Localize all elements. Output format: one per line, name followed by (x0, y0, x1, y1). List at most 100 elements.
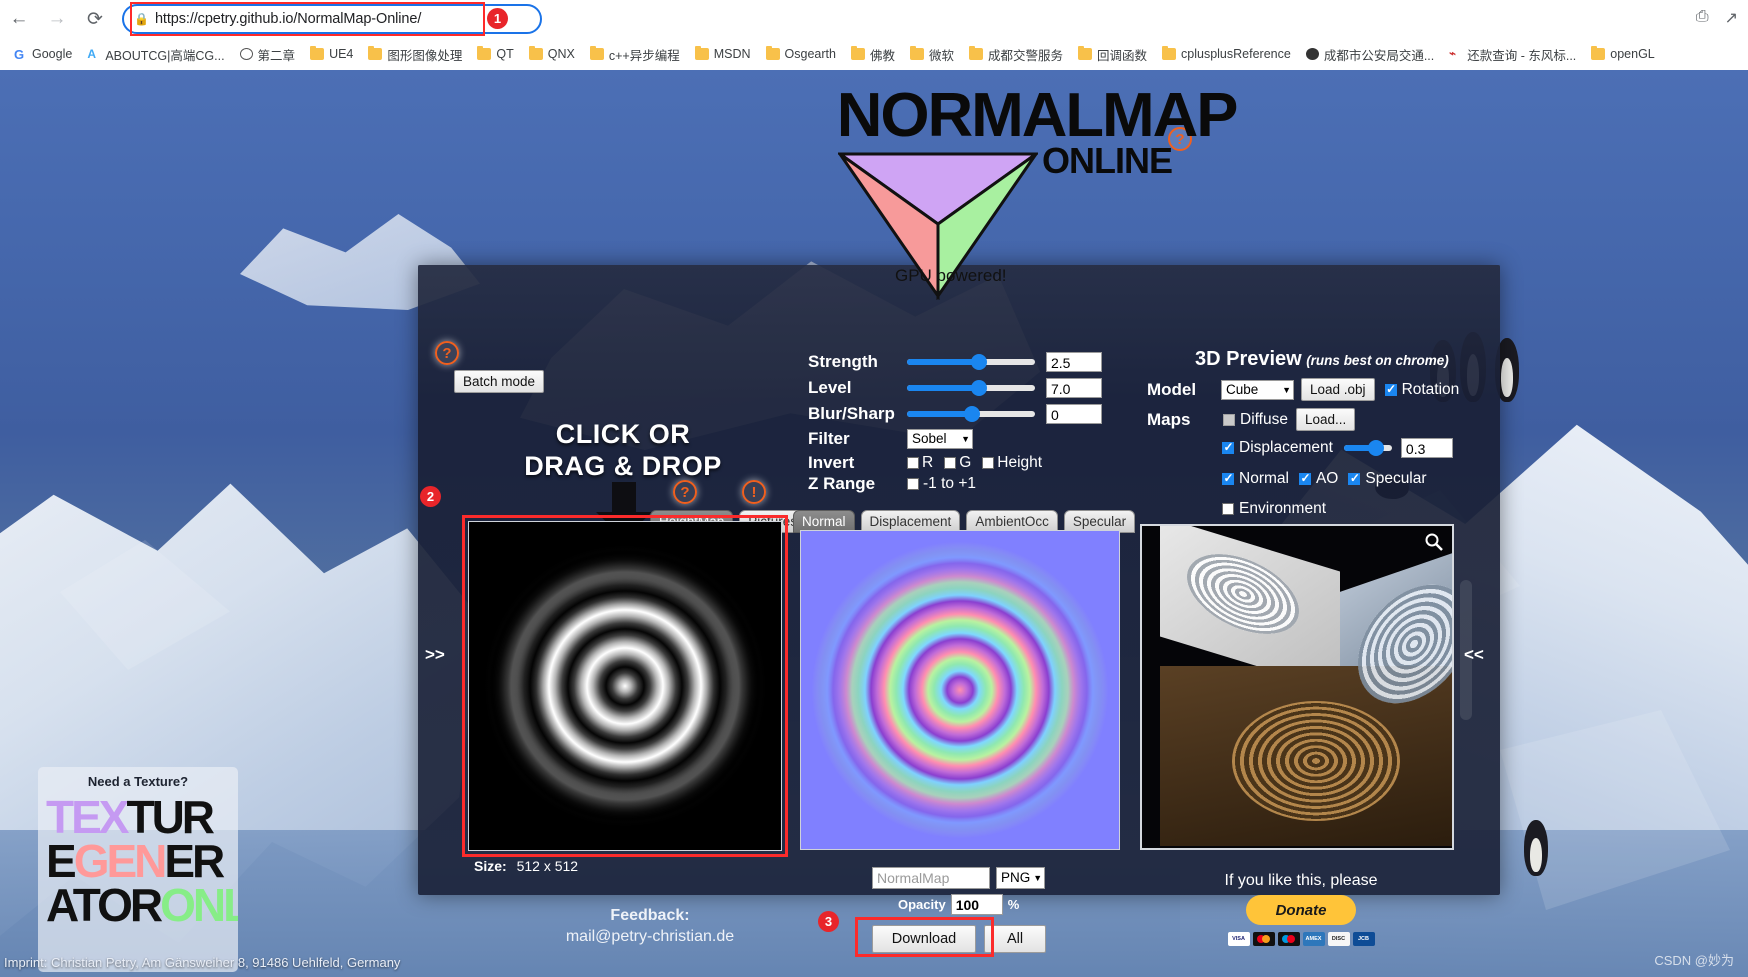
bookmark-label: openGL (1610, 47, 1655, 61)
diffuse-checkbox[interactable] (1223, 413, 1235, 426)
opacity-input[interactable]: 100 (950, 894, 1003, 915)
logo-tagline: GPU powered! (895, 266, 1007, 285)
bookmark-label: c++异步编程 (608, 48, 680, 63)
dropzone-line-2: DRAG & DROP (524, 451, 722, 481)
filter-select[interactable]: Sobel ▼ (907, 429, 973, 449)
normalmap-preview[interactable] (800, 530, 1120, 850)
blursharp-value[interactable]: 0 (1046, 404, 1102, 424)
invert-g-checkbox[interactable] (944, 457, 957, 469)
penguin (1524, 820, 1548, 876)
chevron-down-icon: ▼ (1282, 384, 1291, 395)
aboutcg-icon: A (87, 46, 96, 61)
strength-value[interactable]: 2.5 (1046, 352, 1102, 372)
bookmark-label: QT (496, 47, 514, 61)
donate-button[interactable]: Donate (1246, 895, 1356, 925)
bookmark-msdn[interactable]: MSDN (689, 44, 757, 64)
bookmark-label: Google (32, 47, 73, 61)
bookmark-chapter2[interactable]: 第二章 (234, 42, 302, 67)
bookmark-qt[interactable]: QT (471, 44, 519, 64)
opacity-label: Opacity (898, 897, 946, 912)
folder-icon (1591, 46, 1606, 60)
share-icon[interactable]: ↗ (1725, 8, 1738, 28)
load-diffuse-button[interactable]: Load... (1295, 408, 1356, 431)
bookmark-ue4[interactable]: UE4 (304, 44, 359, 64)
folder-icon (968, 46, 983, 60)
bookmark-label: QNX (547, 47, 575, 61)
specular-checkbox[interactable] (1348, 471, 1361, 485)
annotation-badge-2: 2 (420, 486, 441, 507)
batch-mode-help-icon[interactable]: ? (435, 341, 459, 365)
site-logo: NORMALMAP ONLINE GPU powered! (837, 85, 1238, 300)
environment-checkbox[interactable] (1222, 503, 1234, 515)
size-value: 512 x 512 (516, 858, 579, 874)
ao-checkbox[interactable] (1298, 471, 1311, 485)
bookmark-label: 第二章 (257, 48, 296, 63)
texture-generator-widget[interactable]: Need a Texture? TEXTUR EGENER ATORONL (38, 767, 238, 972)
bookmark-label: 成都交警服务 (987, 48, 1063, 63)
export-format-select[interactable]: PNG ▼ (996, 867, 1046, 889)
bookmark-aboutcg[interactable]: A ABOUTCG|高端CG... (81, 42, 230, 67)
bookmark-osgearth[interactable]: Osgearth (760, 44, 842, 64)
warning-exclamation-icon[interactable]: ! (742, 480, 766, 504)
magnifier-icon[interactable] (1424, 532, 1444, 552)
model-select[interactable]: Cube ▼ (1221, 379, 1294, 400)
globe-icon (1305, 48, 1319, 60)
level-slider[interactable] (907, 380, 1035, 396)
bookmark-label: MSDN (713, 47, 751, 61)
normal-checkbox[interactable] (1222, 471, 1234, 485)
bookmark-opengl[interactable]: openGL (1585, 44, 1660, 64)
preview3d-viewport[interactable] (1140, 524, 1454, 850)
size-row: Size: 512 x 512 (474, 858, 578, 874)
chrome-right-icons: ⎙ ↗ (1696, 8, 1738, 28)
heightmap-help-icon[interactable]: ? (673, 480, 697, 504)
feedback-label: Feedback: (610, 907, 690, 924)
strength-slider[interactable] (907, 354, 1035, 370)
maps-label: Maps (1147, 409, 1191, 429)
dropzone-text[interactable]: CLICK OR DRAG & DROP (508, 418, 738, 482)
feedback-email[interactable]: mail@petry-christian.de (535, 926, 765, 947)
size-label: Size: (474, 858, 507, 874)
bookmark-cpp-async[interactable]: c++异步编程 (584, 42, 686, 67)
save-page-icon[interactable]: ⎙ (1696, 8, 1709, 28)
specular-label: Specular (1365, 470, 1427, 487)
imprint-text: Imprint: Christian Petry, Am Gänsweiher … (4, 955, 401, 970)
bookmark-graphics[interactable]: 图形图像处理 (362, 42, 468, 67)
displacement-slider[interactable] (1343, 440, 1392, 456)
bookmark-microsoft[interactable]: 微软 (904, 42, 960, 67)
rotation-checkbox[interactable] (1384, 382, 1397, 396)
reload-icon[interactable]: ⟳ (76, 0, 114, 38)
zrange-checkbox[interactable] (907, 478, 919, 490)
invert-r-checkbox[interactable] (907, 457, 919, 469)
bookmark-google[interactable]: G Google (8, 44, 78, 64)
blursharp-slider[interactable] (907, 406, 1035, 422)
bookmark-chengdu-traffic[interactable]: 成都交警服务 (963, 42, 1069, 67)
export-filename-input[interactable]: NormalMap (872, 867, 990, 889)
bookmark-qnx[interactable]: QNX (523, 44, 581, 64)
bookmark-label: 图形图像处理 (387, 48, 463, 63)
invert-height-checkbox[interactable] (982, 457, 995, 469)
back-arrow-icon[interactable]: ← (0, 0, 38, 38)
load-obj-button[interactable]: Load .obj (1301, 378, 1375, 401)
expand-left-arrows[interactable]: >> (425, 645, 445, 665)
bookmark-label: ABOUTCG|高端CG... (105, 48, 225, 63)
card-visa: VISA (1227, 932, 1250, 946)
bookmark-buddhism[interactable]: 佛教 (845, 42, 901, 67)
payment-cards: VISA AMEX DISC JCB (1206, 932, 1396, 946)
level-value[interactable]: 7.0 (1046, 378, 1102, 398)
control-invert: Invert R G Height (808, 453, 1042, 473)
bookmark-repayment[interactable]: ⌁ 还款查询 - 东风标... (1443, 42, 1582, 67)
bookmark-callback[interactable]: 回调函数 (1072, 42, 1153, 67)
folder-icon (694, 46, 709, 60)
diffuse-label: Diffuse (1240, 410, 1288, 428)
highlight-box-download (855, 917, 994, 957)
displacement-checkbox[interactable] (1222, 440, 1234, 454)
bookmark-cplusplusreference[interactable]: cplusplusReference (1156, 44, 1297, 64)
bookmark-label: cplusplusReference (1181, 47, 1291, 61)
control-level: Level 7.0 (808, 378, 1102, 398)
right-scroll-handle[interactable] (1460, 580, 1472, 720)
forward-arrow-icon[interactable]: → (38, 0, 76, 38)
displacement-value[interactable]: 0.3 (1400, 438, 1453, 458)
bookmark-chengdu-police[interactable]: 成都市公安局交通... (1300, 42, 1440, 67)
control-filter: Filter Sobel ▼ (808, 429, 973, 449)
batch-mode-button[interactable]: Batch mode (454, 370, 545, 393)
